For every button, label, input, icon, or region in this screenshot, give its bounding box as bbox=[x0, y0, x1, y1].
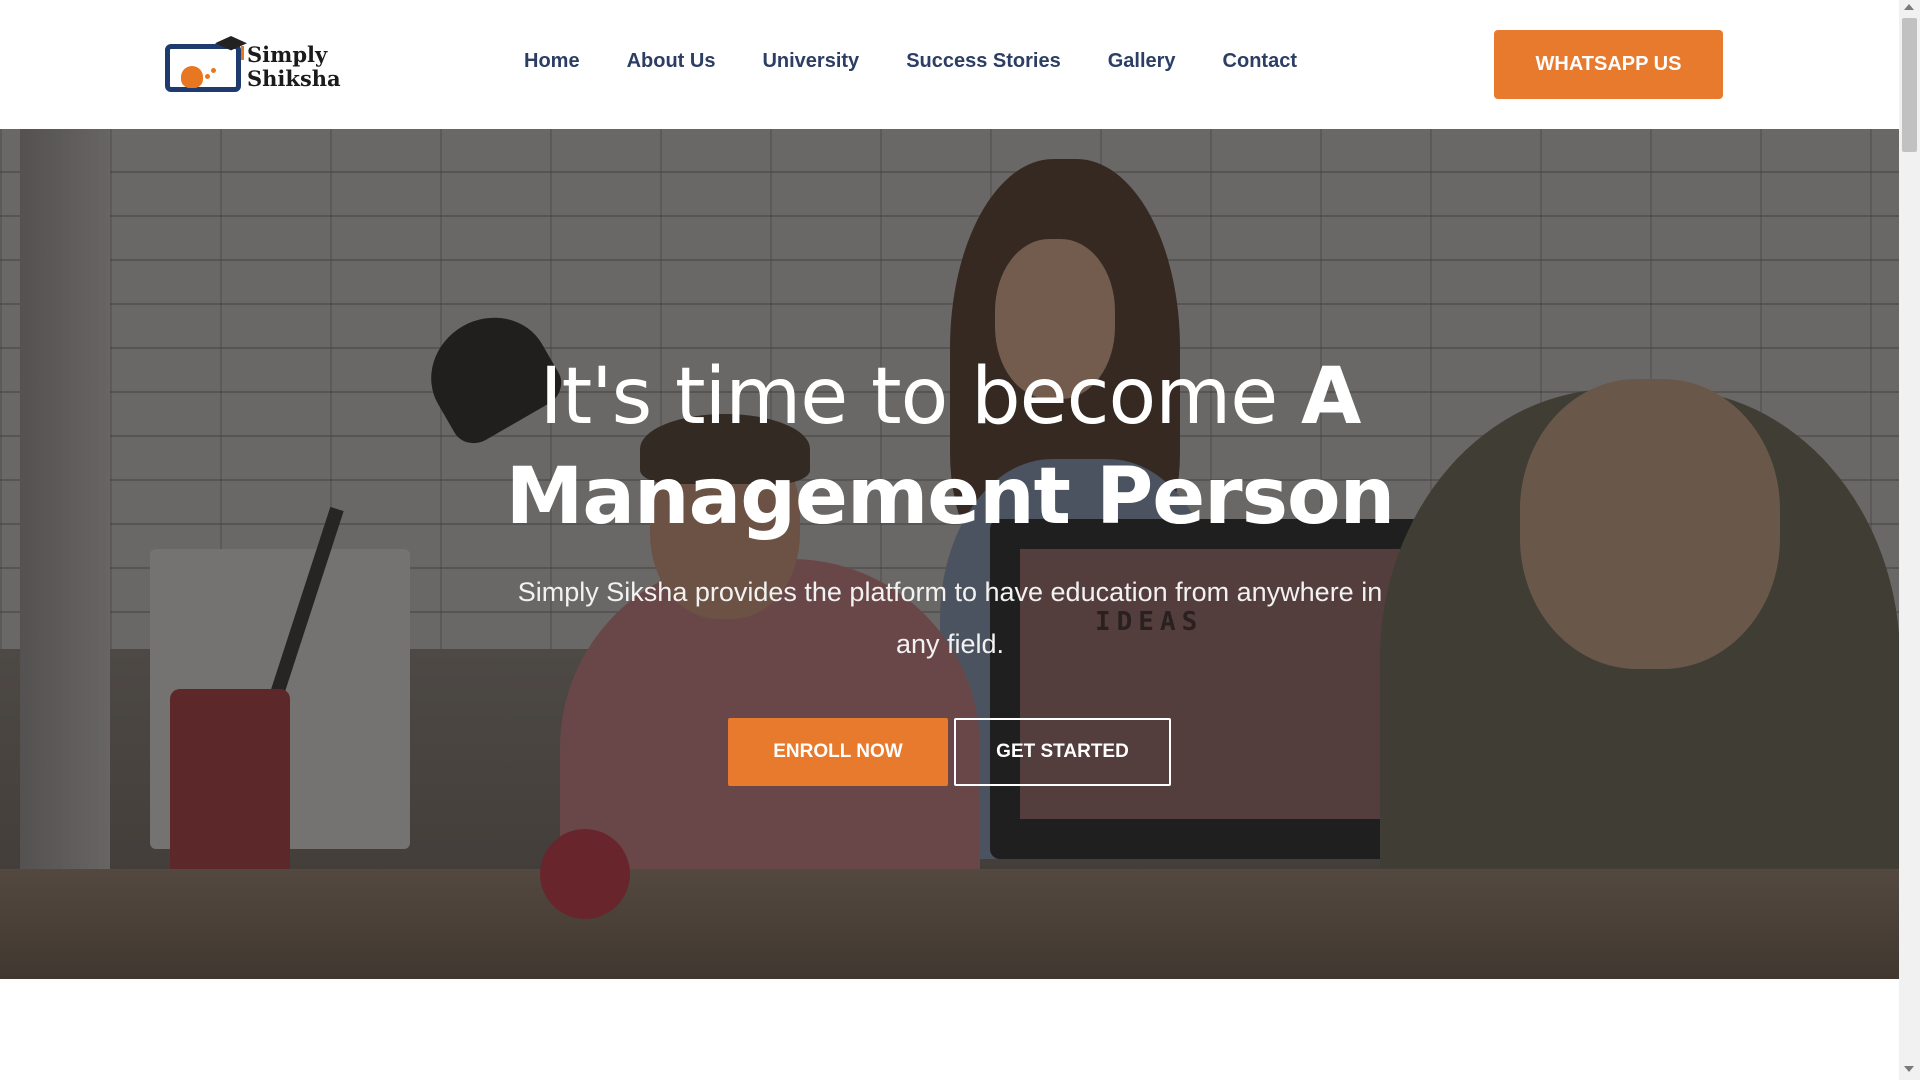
hero-title-bold-a: A bbox=[1301, 352, 1361, 442]
nav-item-success-stories[interactable]: Success Stories bbox=[906, 50, 1061, 73]
brand-name: Simply Shiksha bbox=[247, 43, 341, 91]
site-header: Simply Shiksha Home About Us University … bbox=[0, 0, 1899, 129]
logo-screen-shape bbox=[165, 44, 241, 92]
logo-hand-shape bbox=[181, 66, 203, 88]
arrow-down-icon[interactable] bbox=[1904, 1066, 1914, 1072]
hero-subtitle: Simply Siksha provides the platform to h… bbox=[517, 577, 1383, 659]
nav-item-contact[interactable]: Contact bbox=[1223, 50, 1297, 73]
brand-name-line2: Shiksha bbox=[247, 66, 341, 91]
page-scrollbar[interactable] bbox=[1899, 0, 1920, 1080]
brand-logo[interactable]: Simply Shiksha bbox=[163, 34, 343, 96]
whatsapp-button[interactable]: WHATSAPP US bbox=[1494, 30, 1723, 99]
arrow-up-icon[interactable] bbox=[1904, 4, 1914, 10]
logo-dot bbox=[211, 68, 216, 73]
nav-item-gallery[interactable]: Gallery bbox=[1108, 50, 1176, 73]
logo-dot bbox=[205, 74, 210, 79]
hero-title-bold-b: Management Person bbox=[505, 452, 1395, 542]
brand-name-line1: Simply bbox=[247, 42, 328, 67]
hero-content: It's time to become A Management Person … bbox=[0, 129, 1899, 979]
graduation-cap-screen-icon bbox=[163, 34, 247, 96]
nav-item-home[interactable]: Home bbox=[524, 50, 580, 73]
nav-item-university[interactable]: University bbox=[762, 50, 859, 73]
hero-section: IDEAS It's time to become A Management P… bbox=[0, 129, 1899, 979]
get-started-button[interactable]: GET STARTED bbox=[954, 718, 1171, 786]
main-nav: Home About Us University Success Stories… bbox=[524, 50, 1297, 73]
hero-title: It's time to become A Management Person bbox=[440, 347, 1460, 547]
hero-title-light: It's time to become bbox=[539, 352, 1302, 442]
logo-tassel-shape bbox=[241, 46, 244, 60]
scrollbar-thumb[interactable] bbox=[1902, 18, 1917, 152]
enroll-now-button[interactable]: ENROLL NOW bbox=[728, 718, 948, 786]
nav-item-about-us[interactable]: About Us bbox=[627, 50, 716, 73]
